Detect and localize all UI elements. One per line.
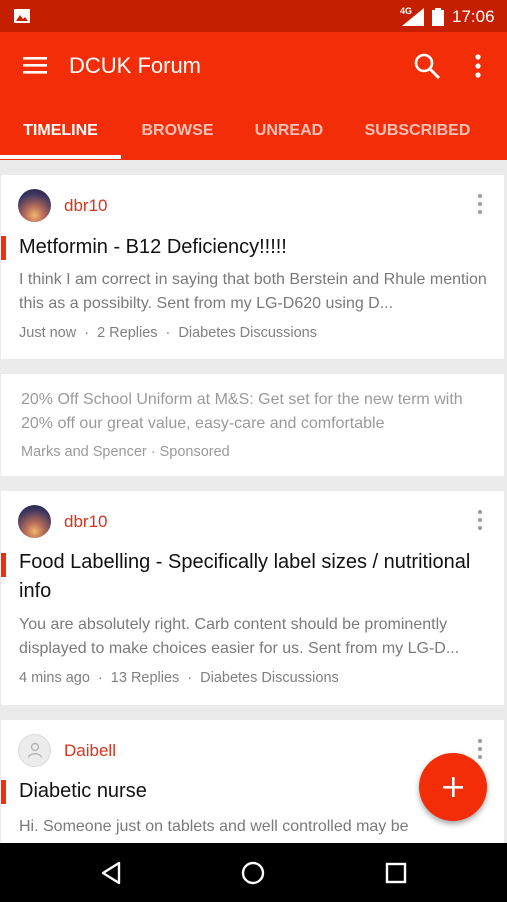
status-bar: 4G 17:06 <box>0 0 507 32</box>
reply-count: 2 Replies <box>97 325 158 341</box>
unread-marker <box>1 553 6 577</box>
avatar[interactable] <box>18 189 51 222</box>
more-vert-icon[interactable] <box>472 737 488 761</box>
signal-icon <box>402 8 424 26</box>
tab-browse[interactable]: BROWSE <box>121 112 234 157</box>
battery-icon <box>432 8 444 26</box>
sponsored-card[interactable]: 20% Off School Uniform at M&S: Get set f… <box>1 374 504 476</box>
back-triangle-icon[interactable] <box>99 860 125 886</box>
plus-icon <box>443 777 463 797</box>
forum-name: Diabetes Discussions <box>200 670 339 686</box>
hamburger-icon[interactable] <box>22 54 48 76</box>
avatar[interactable] <box>18 505 51 538</box>
tab-subscribed[interactable]: SUBSCRIBED <box>344 112 491 157</box>
tab-timeline[interactable]: TIMELINE <box>0 112 121 157</box>
app-title: DCUK Forum <box>69 53 202 78</box>
post-time: Just now <box>19 325 77 341</box>
topic-card[interactable]: dbr10 Food Labelling - Specifically labe… <box>1 491 504 705</box>
forum-name: Diabetes Discussions <box>178 325 317 341</box>
ad-text[interactable]: 20% Off School Uniform at M&S: Get set f… <box>21 388 481 436</box>
tab-indicator <box>0 155 121 159</box>
unread-marker <box>1 780 6 804</box>
tab-bar: TIMELINE BROWSE UNREAD SUBSCRIBED <box>0 112 507 160</box>
more-vert-icon[interactable] <box>468 52 488 80</box>
username[interactable]: Daibell <box>64 741 116 761</box>
topic-title[interactable]: Metformin - B12 Deficiency!!!!! <box>19 233 489 262</box>
avatar[interactable] <box>18 734 51 767</box>
post-time: 4 mins ago <box>19 670 90 686</box>
ad-sponsor: Marks and Spencer · Sponsored <box>21 444 230 460</box>
gallery-icon <box>14 9 30 23</box>
unread-marker <box>1 236 6 260</box>
username[interactable]: dbr10 <box>64 512 107 532</box>
topic-excerpt: Hi. Someone just on tablets and well con… <box>19 818 409 835</box>
reply-count: 13 Replies <box>110 670 180 686</box>
more-vert-icon[interactable] <box>472 192 488 216</box>
topic-excerpt: You are absolutely right. Carb content s… <box>19 616 460 657</box>
more-vert-icon[interactable] <box>472 508 488 532</box>
topic-meta: Just now · 2 Replies · Diabetes Discussions <box>19 325 317 341</box>
clock: 17:06 <box>452 7 495 26</box>
tab-unread[interactable]: UNREAD <box>234 112 344 157</box>
topic-meta: 4 mins ago · 13 Replies · Diabetes Discussio… <box>19 670 339 686</box>
person-icon <box>27 742 43 758</box>
topic-title[interactable]: Food Labelling - Specifically label size… <box>19 548 489 606</box>
username[interactable]: dbr10 <box>64 196 107 216</box>
search-icon[interactable] <box>413 52 441 80</box>
topic-excerpt: I think I am correct in saying that both… <box>19 271 487 312</box>
recent-square-icon[interactable] <box>383 860 409 886</box>
home-circle-icon[interactable] <box>240 860 266 886</box>
system-nav-bar <box>0 843 507 902</box>
new-topic-button[interactable] <box>419 753 487 821</box>
app-bar: DCUK Forum TIMELINE BROWSE UNREAD SUBSCR… <box>0 32 507 160</box>
topic-card[interactable]: dbr10 Metformin - B12 Deficiency!!!!! I … <box>1 175 504 359</box>
